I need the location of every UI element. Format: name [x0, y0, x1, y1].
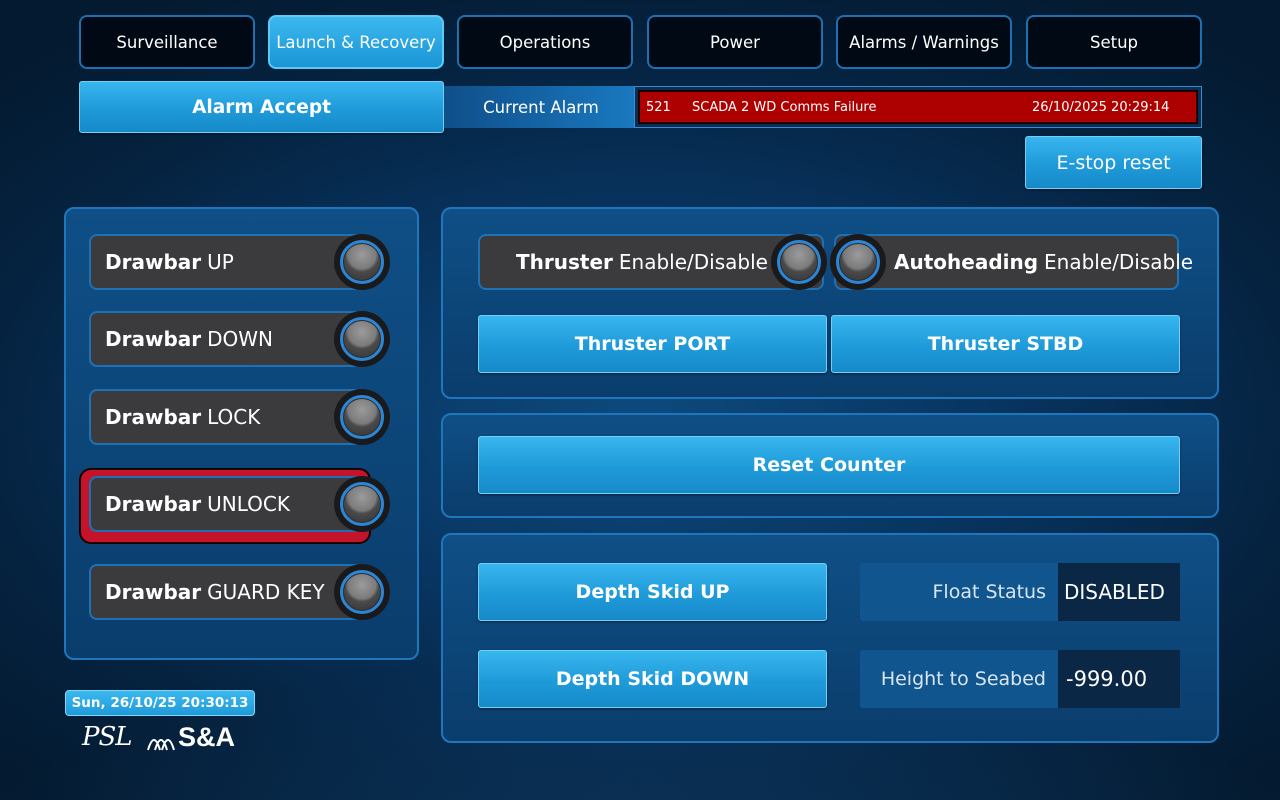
alarm-entry: 521 SCADA 2 WD Comms Failure 26/10/2025 …: [638, 90, 1198, 124]
thruster-stbd-button[interactable]: Thruster STBD: [831, 315, 1180, 373]
alarm-accept-button[interactable]: Alarm Accept: [79, 81, 444, 133]
thruster-enable-prefix: Thruster: [516, 250, 613, 274]
drawbar-indicator-lamp-icon: [334, 234, 390, 290]
current-alarm-label: Current Alarm: [444, 86, 638, 128]
float-status-value: DISABLED: [1058, 563, 1180, 621]
drawbar-button-prefix: Drawbar: [105, 492, 202, 516]
logo-sa-text: S&A: [178, 722, 236, 752]
drawbar-button-suffix: LOCK: [207, 405, 261, 429]
alarm-timestamp: 26/10/2025 20:29:14: [1032, 99, 1170, 115]
float-status-box: Float Status DISABLED: [860, 563, 1180, 621]
drawbar-button-prefix: Drawbar: [105, 580, 202, 604]
tab-launch-recovery[interactable]: Launch & Recovery: [268, 15, 444, 69]
tab-surveillance[interactable]: Surveillance: [79, 15, 255, 69]
depth-skid-down-button[interactable]: Depth Skid DOWN: [478, 650, 827, 708]
drawbar-button-prefix: Drawbar: [105, 327, 202, 351]
thruster-enable-suffix: Enable/Disable: [618, 250, 768, 274]
drawbar-button-suffix: DOWN: [207, 327, 274, 351]
tab-setup[interactable]: Setup: [1026, 15, 1202, 69]
drawbar-down-button[interactable]: Drawbar DOWN: [89, 311, 363, 367]
drawbar-up-button[interactable]: Drawbar UP: [89, 234, 363, 290]
alarm-message: SCADA 2 WD Comms Failure: [692, 99, 877, 115]
logo-psl-text: PSL: [82, 722, 133, 752]
drawbar-button-suffix: GUARD KEY: [207, 580, 325, 604]
height-to-seabed-label: Height to Seabed: [880, 668, 1046, 690]
height-to-seabed-value: -999.00: [1058, 650, 1180, 708]
float-status-label: Float Status: [932, 581, 1046, 603]
drawbar-button-prefix: Drawbar: [105, 250, 202, 274]
height-to-seabed-box: Height to Seabed -999.00: [860, 650, 1180, 708]
autoheading-enable-indicator-icon: [830, 234, 886, 290]
current-alarm-display: 521 SCADA 2 WD Comms Failure 26/10/2025 …: [634, 86, 1202, 128]
autoheading-enable-suffix: Enable/Disable: [1044, 250, 1194, 274]
drawbar-button-suffix: UP: [207, 250, 234, 274]
drawbar-lock-button[interactable]: Drawbar LOCK: [89, 389, 363, 445]
reset-counter-button[interactable]: Reset Counter: [478, 436, 1180, 494]
drawbar-indicator-lamp-icon: [334, 476, 390, 532]
drawbar-unlock-button[interactable]: Drawbar UNLOCK: [89, 476, 363, 532]
thruster-port-button[interactable]: Thruster PORT: [478, 315, 827, 373]
depth-skid-up-button[interactable]: Depth Skid UP: [478, 563, 827, 621]
estop-reset-button[interactable]: E-stop reset: [1025, 136, 1202, 189]
datetime-badge: Sun, 26/10/25 20:30:13: [65, 690, 255, 716]
drawbar-indicator-lamp-icon: [334, 389, 390, 445]
company-logo: PSL S&A: [82, 722, 252, 754]
drawbar-indicator-lamp-icon: [334, 311, 390, 367]
thruster-enable-indicator-icon: [771, 234, 827, 290]
alarm-code: 521: [646, 99, 671, 115]
logo-wave-icon: [147, 739, 175, 751]
autoheading-enable-prefix: Autoheading: [894, 250, 1039, 274]
tab-power[interactable]: Power: [647, 15, 823, 69]
tab-alarms-warnings[interactable]: Alarms / Warnings: [836, 15, 1012, 69]
drawbar-button-suffix: UNLOCK: [207, 492, 290, 516]
tab-operations[interactable]: Operations: [457, 15, 633, 69]
drawbar-indicator-lamp-icon: [334, 564, 390, 620]
drawbar-button-prefix: Drawbar: [105, 405, 202, 429]
drawbar-guard-key-button[interactable]: Drawbar GUARD KEY: [89, 564, 363, 620]
